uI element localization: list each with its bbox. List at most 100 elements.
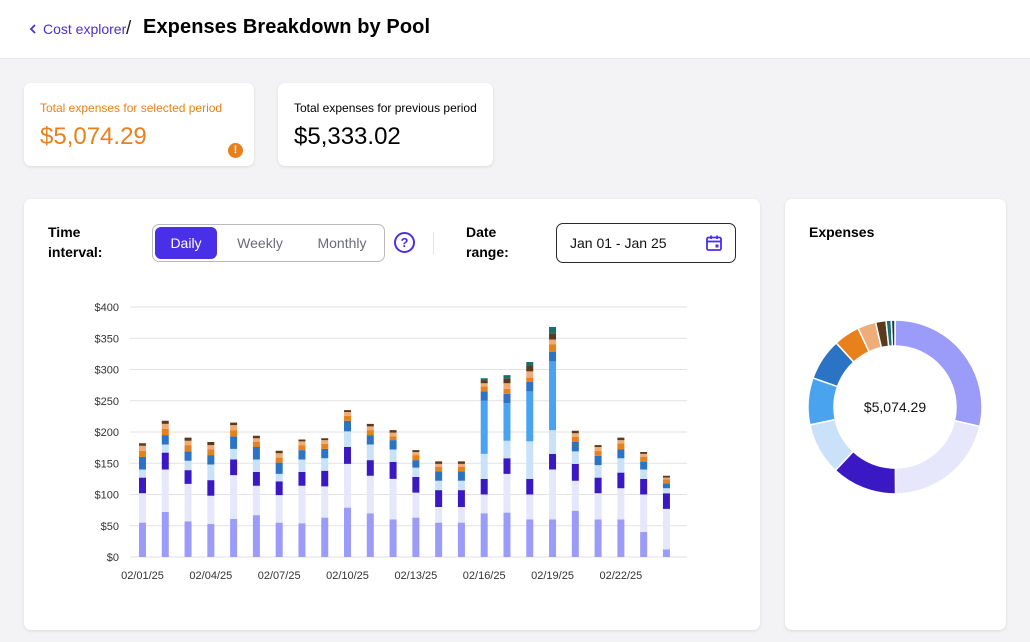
bar-segment <box>366 460 374 476</box>
bar-segment <box>389 519 397 557</box>
bar-segment <box>275 457 283 463</box>
bar-segment <box>435 471 443 481</box>
bar-segment <box>275 473 283 482</box>
bar-segment <box>571 430 579 434</box>
bar-segment <box>389 449 397 462</box>
bar-segment <box>571 480 579 511</box>
bar-segment <box>480 386 488 392</box>
bar-segment <box>435 490 443 507</box>
bar-segment <box>252 459 260 472</box>
x-tick-label: 02/07/25 <box>258 570 301 582</box>
bar-segment <box>662 508 670 550</box>
bar-segment <box>230 430 238 437</box>
bar-segment <box>275 450 283 454</box>
bar-segment <box>480 378 488 381</box>
bar-segment <box>549 469 557 520</box>
bar-segment <box>230 459 238 476</box>
bar-segment <box>526 382 534 392</box>
bar-segment <box>503 388 511 394</box>
bar-segment <box>207 480 215 496</box>
bar-segment <box>161 469 169 512</box>
bar-segment <box>230 436 238 449</box>
y-tick-label: $200 <box>95 427 119 439</box>
bar-segment <box>161 435 169 445</box>
bar-segment <box>526 371 534 378</box>
bar-segment <box>366 435 374 445</box>
bar-segment <box>480 383 488 387</box>
bar-segment <box>412 460 420 468</box>
bar-segment <box>344 412 352 416</box>
bar-segment <box>662 483 670 489</box>
bar-segment <box>503 383 511 389</box>
bar-segment <box>617 519 625 557</box>
bar-segment <box>161 512 169 557</box>
bar-segment <box>549 339 557 345</box>
bar-segment <box>640 494 648 532</box>
bar-segment <box>389 440 397 450</box>
bar-segment <box>366 423 374 427</box>
bar-segment <box>366 430 374 436</box>
bar-segment <box>526 478 534 495</box>
y-tick-label: $300 <box>95 365 119 377</box>
bar-segment <box>366 444 374 461</box>
bar-segment <box>275 495 283 523</box>
bar-segment <box>662 479 670 484</box>
bar-segment <box>412 467 420 477</box>
bar-segment <box>640 462 648 470</box>
bar-segment <box>435 522 443 557</box>
bar-segment <box>389 436 397 441</box>
bar-segment <box>503 375 511 379</box>
bar-segment <box>480 380 488 384</box>
bar-segment <box>230 448 238 460</box>
bar-segment <box>389 478 397 520</box>
bar-segment <box>549 361 557 431</box>
bar-segment <box>412 450 420 452</box>
bar-segment <box>230 422 238 426</box>
bar-segment <box>298 445 306 451</box>
bar-segment <box>207 455 215 465</box>
bar-segment <box>344 447 352 464</box>
bar-segment <box>435 463 443 467</box>
bar-segment <box>161 428 169 436</box>
bar-segment <box>594 519 602 557</box>
bar-segment <box>207 464 215 481</box>
bar-segment <box>252 435 260 439</box>
bar-segment <box>139 522 146 557</box>
x-tick-label: 02/01/25 <box>121 570 164 582</box>
bar-segment <box>207 523 215 557</box>
bar-segment <box>503 403 511 441</box>
bar-segment <box>252 447 260 460</box>
bar-segment <box>526 519 534 557</box>
bar-segment <box>321 443 329 449</box>
bar-segment <box>252 485 260 516</box>
bar-segment <box>184 460 192 471</box>
bar-segment <box>571 510 579 557</box>
bar-segment <box>457 471 465 481</box>
bar-segment <box>640 453 648 457</box>
bar-segment <box>275 453 283 458</box>
bar-segment <box>617 472 625 489</box>
bar-segment <box>139 445 146 451</box>
bar-segment <box>549 519 557 557</box>
bar-segment <box>549 344 557 352</box>
x-tick-label: 02/10/25 <box>326 570 369 582</box>
bar-segment <box>503 378 511 384</box>
bar-segment <box>139 493 146 523</box>
bar-segment <box>435 461 443 464</box>
bar-segment <box>503 458 511 474</box>
bar-segment <box>344 420 352 432</box>
x-tick-label: 02/13/25 <box>394 570 437 582</box>
bar-segment <box>412 517 420 557</box>
bar-segment <box>594 477 602 494</box>
bar-segment <box>640 457 648 462</box>
bar-segment <box>640 478 648 495</box>
bar-segment <box>480 391 488 401</box>
bar-segment <box>480 400 488 454</box>
bar-segment <box>662 477 670 480</box>
bar-segment <box>480 478 488 495</box>
bar-segment <box>161 444 169 453</box>
bar-segment <box>161 420 169 424</box>
bar-segment <box>412 452 420 456</box>
donut-center-value: $5,074.29 <box>863 399 927 415</box>
bar-segment <box>457 463 465 467</box>
